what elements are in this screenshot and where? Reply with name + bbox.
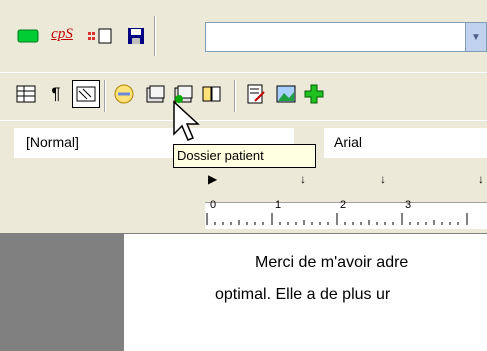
cps-label: cpS (51, 25, 73, 42)
new-document-icon[interactable] (84, 22, 118, 50)
document-area[interactable]: Merci de m'avoir adre optimal. Elle a de… (0, 234, 487, 351)
green-status-icon[interactable] (14, 22, 42, 50)
font-select[interactable]: Arial (324, 128, 487, 158)
toolbar-separator (234, 80, 236, 112)
style-select-value: [Normal] (26, 134, 79, 150)
book-icon[interactable] (198, 80, 226, 108)
document-line[interactable]: optimal. Elle a de plus ur (215, 286, 390, 304)
mouse-cursor-icon (173, 100, 200, 141)
cps-card-icon[interactable]: cpS (44, 20, 80, 48)
pilcrow-icon[interactable]: ¶ (42, 80, 70, 108)
patient-folder-icon[interactable] (110, 80, 138, 108)
tab-stop-marker[interactable]: ↓ (380, 172, 386, 186)
form-layout-icon[interactable] (72, 80, 100, 108)
ruler-ticks (206, 213, 468, 225)
page-margin (0, 234, 124, 351)
indent-markers-bar (0, 168, 487, 196)
image-icon[interactable] (272, 80, 300, 108)
tooltip: Dossier patient (173, 144, 316, 168)
add-icon[interactable] (300, 80, 328, 108)
toolbar-separator (154, 16, 156, 56)
toolbar-combo[interactable]: ▼ (205, 22, 487, 52)
tab-stop-marker[interactable]: ↓ (300, 172, 306, 186)
edit-document-icon[interactable] (242, 80, 270, 108)
ruler: 0 1 2 3 (0, 196, 487, 234)
table-icon[interactable] (12, 80, 40, 108)
chevron-down-icon[interactable]: ▼ (465, 23, 486, 51)
tooltip-text: Dossier patient (177, 148, 264, 163)
ruler-scale: 0 1 2 3 (205, 199, 487, 229)
folders-icon[interactable] (142, 80, 170, 108)
toolbar-separator (104, 80, 106, 112)
font-select-value: Arial (334, 134, 363, 150)
save-icon[interactable] (122, 22, 150, 50)
tab-stop-marker[interactable]: ↓ (478, 172, 484, 186)
document-line[interactable]: Merci de m'avoir adre (255, 254, 408, 272)
indent-marker[interactable]: ▶ (208, 172, 217, 186)
